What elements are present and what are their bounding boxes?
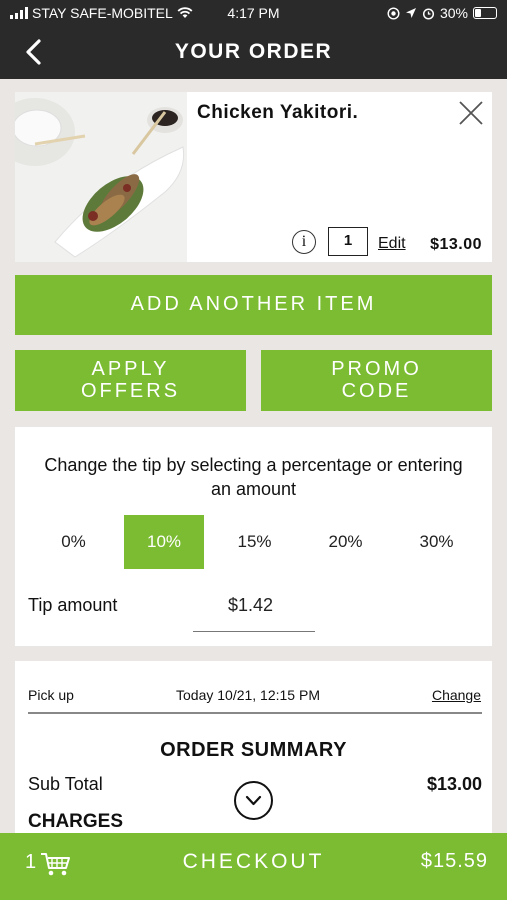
tip-amount-input[interactable]: $1.42	[228, 595, 273, 616]
item-quantity-field[interactable]: 1	[328, 227, 368, 256]
tip-option-30[interactable]: 30%	[391, 515, 482, 569]
item-name: Chicken Yakitori.	[197, 102, 359, 123]
divider	[28, 712, 482, 714]
tip-option-20[interactable]: 20%	[300, 515, 391, 569]
charges-label: CHARGES	[28, 811, 124, 832]
page-title: YOUR ORDER	[174, 40, 333, 63]
pickup-label: Pick up	[28, 687, 74, 703]
pickup-time: Today 10/21, 12:15 PM	[176, 687, 320, 703]
tip-option-10[interactable]: 10%	[124, 515, 204, 569]
subtotal-label: Sub Total	[28, 774, 103, 794]
apply-offers-button[interactable]: APPLY OFFERS	[15, 350, 246, 411]
tip-option-0[interactable]: 0%	[28, 515, 119, 569]
checkout-total: $15.59	[420, 850, 488, 872]
apply-offers-label-line1: APPLY	[91, 358, 170, 380]
tip-card: Change the tip by selecting a percentage…	[15, 427, 492, 646]
remove-item-close-icon[interactable]	[458, 100, 484, 126]
item-info-icon[interactable]: i	[292, 230, 316, 254]
tip-options: 0% 10% 15% 20% 30%	[28, 515, 483, 569]
battery-percent: 30%	[439, 5, 468, 21]
promo-code-label-line2: CODE	[341, 380, 412, 402]
tip-amount-underline	[193, 631, 315, 632]
tip-option-15[interactable]: 15%	[209, 515, 300, 569]
add-another-item-button[interactable]: ADD ANOTHER ITEM	[15, 275, 492, 335]
app-header: STAY SAFE-MOBITEL 4:17 PM 30% YOUR ORDER	[0, 0, 507, 79]
battery-icon	[473, 7, 497, 19]
subtotal-value: $13.00	[426, 774, 482, 794]
order-item-card: Chicken Yakitori. i 1 Edit $13.00	[15, 92, 492, 262]
tip-instruction: Change the tip by selecting a percentage…	[44, 455, 463, 499]
order-summary-title: ORDER SUMMARY	[160, 739, 347, 761]
alarm-icon	[422, 7, 435, 20]
checkout-button[interactable]: 1 CHECKOUT $15.59	[0, 833, 507, 900]
promo-code-label-line1: PROMO	[331, 358, 422, 380]
screen-lock-icon	[387, 6, 400, 20]
tip-amount-label: Tip amount	[28, 595, 118, 615]
expand-chevron-down-icon[interactable]	[234, 781, 273, 820]
edit-item-link[interactable]: Edit	[378, 235, 406, 253]
promo-code-button[interactable]: PROMO CODE	[261, 350, 492, 411]
apply-offers-label-line2: OFFERS	[80, 380, 181, 402]
status-bar: STAY SAFE-MOBITEL 4:17 PM 30%	[0, 0, 507, 28]
item-price: $13.00	[430, 236, 482, 253]
item-photo	[15, 92, 187, 262]
change-pickup-link[interactable]: Change	[432, 687, 481, 703]
location-icon	[405, 8, 416, 18]
